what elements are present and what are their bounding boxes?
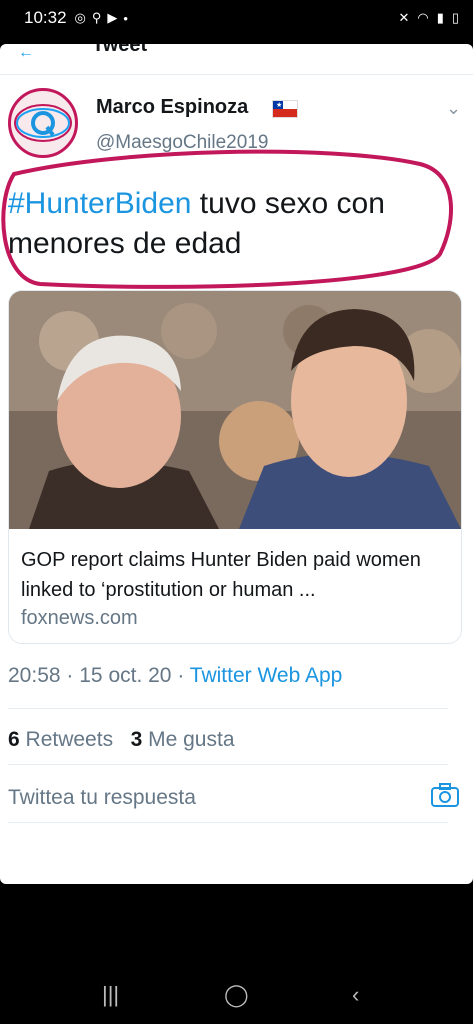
retweet-label[interactable]: Retweets xyxy=(26,728,114,751)
card-image xyxy=(9,291,461,529)
like-label[interactable]: Me gusta xyxy=(148,728,234,751)
tweet-screen: ← Tweet Marco Espinoza ★ @MaesgoChile201… xyxy=(0,44,473,884)
card-domain: foxnews.com xyxy=(21,607,138,629)
like-count[interactable]: 3 xyxy=(131,728,143,751)
back-arrow-icon[interactable]: ← xyxy=(18,44,34,62)
camera-icon[interactable] xyxy=(430,782,460,808)
meta-separator: · xyxy=(177,664,185,687)
meta-separator: · xyxy=(66,664,74,687)
home-icon[interactable]: ◯ xyxy=(224,982,249,1008)
reply-input[interactable]: Twittea tu respuesta xyxy=(8,786,196,810)
battery-icon: ▯ xyxy=(451,10,459,25)
bike-icon: ⚲ xyxy=(91,10,102,25)
page-title: Tweet xyxy=(92,44,148,56)
card-title: GOP report claims Hunter Biden paid wome… xyxy=(21,549,421,601)
hashtag-link[interactable]: #HunterBiden xyxy=(8,187,191,220)
divider xyxy=(8,708,448,709)
chevron-down-icon[interactable]: ⌄ xyxy=(446,98,461,119)
status-time: 10:32 xyxy=(24,8,67,27)
tweet-meta: 20:58 · 15 oct. 20 · Twitter Web App xyxy=(8,664,342,688)
top-bar: ← Tweet xyxy=(0,44,473,75)
back-icon[interactable]: ‹ xyxy=(352,982,359,1008)
tweet-stats: 6 Retweets 3 Me gusta xyxy=(8,728,235,752)
recent-apps-icon[interactable]: ||| xyxy=(102,982,119,1008)
divider xyxy=(8,822,448,823)
wifi-icon: ◠ xyxy=(417,10,429,25)
chile-flag-icon: ★ xyxy=(272,100,298,118)
dot-icon: • xyxy=(123,10,128,26)
tweet-source-link[interactable]: Twitter Web App xyxy=(190,664,343,687)
author-name[interactable]: Marco Espinoza xyxy=(96,96,248,119)
retweet-count[interactable]: 6 xyxy=(8,728,20,751)
tweet-time: 20:58 xyxy=(8,664,61,687)
android-nav-bar: ||| ◯ ‹ xyxy=(0,972,473,1024)
youtube-icon: ▶ xyxy=(107,10,118,25)
status-bar: 10:32 ◎ ⚲ ▶ • ✕ ◠ ▮ ▯ xyxy=(0,0,473,36)
instagram-icon: ◎ xyxy=(74,10,86,25)
tweet-text: #HunterBiden tuvo sexo con menores de ed… xyxy=(8,184,458,264)
divider xyxy=(8,764,448,765)
mute-icon: ✕ xyxy=(398,10,410,25)
link-card[interactable]: GOP report claims Hunter Biden paid wome… xyxy=(8,290,462,644)
tweet-date: 15 oct. 20 xyxy=(79,664,172,687)
signal-icon: ▮ xyxy=(436,10,444,25)
